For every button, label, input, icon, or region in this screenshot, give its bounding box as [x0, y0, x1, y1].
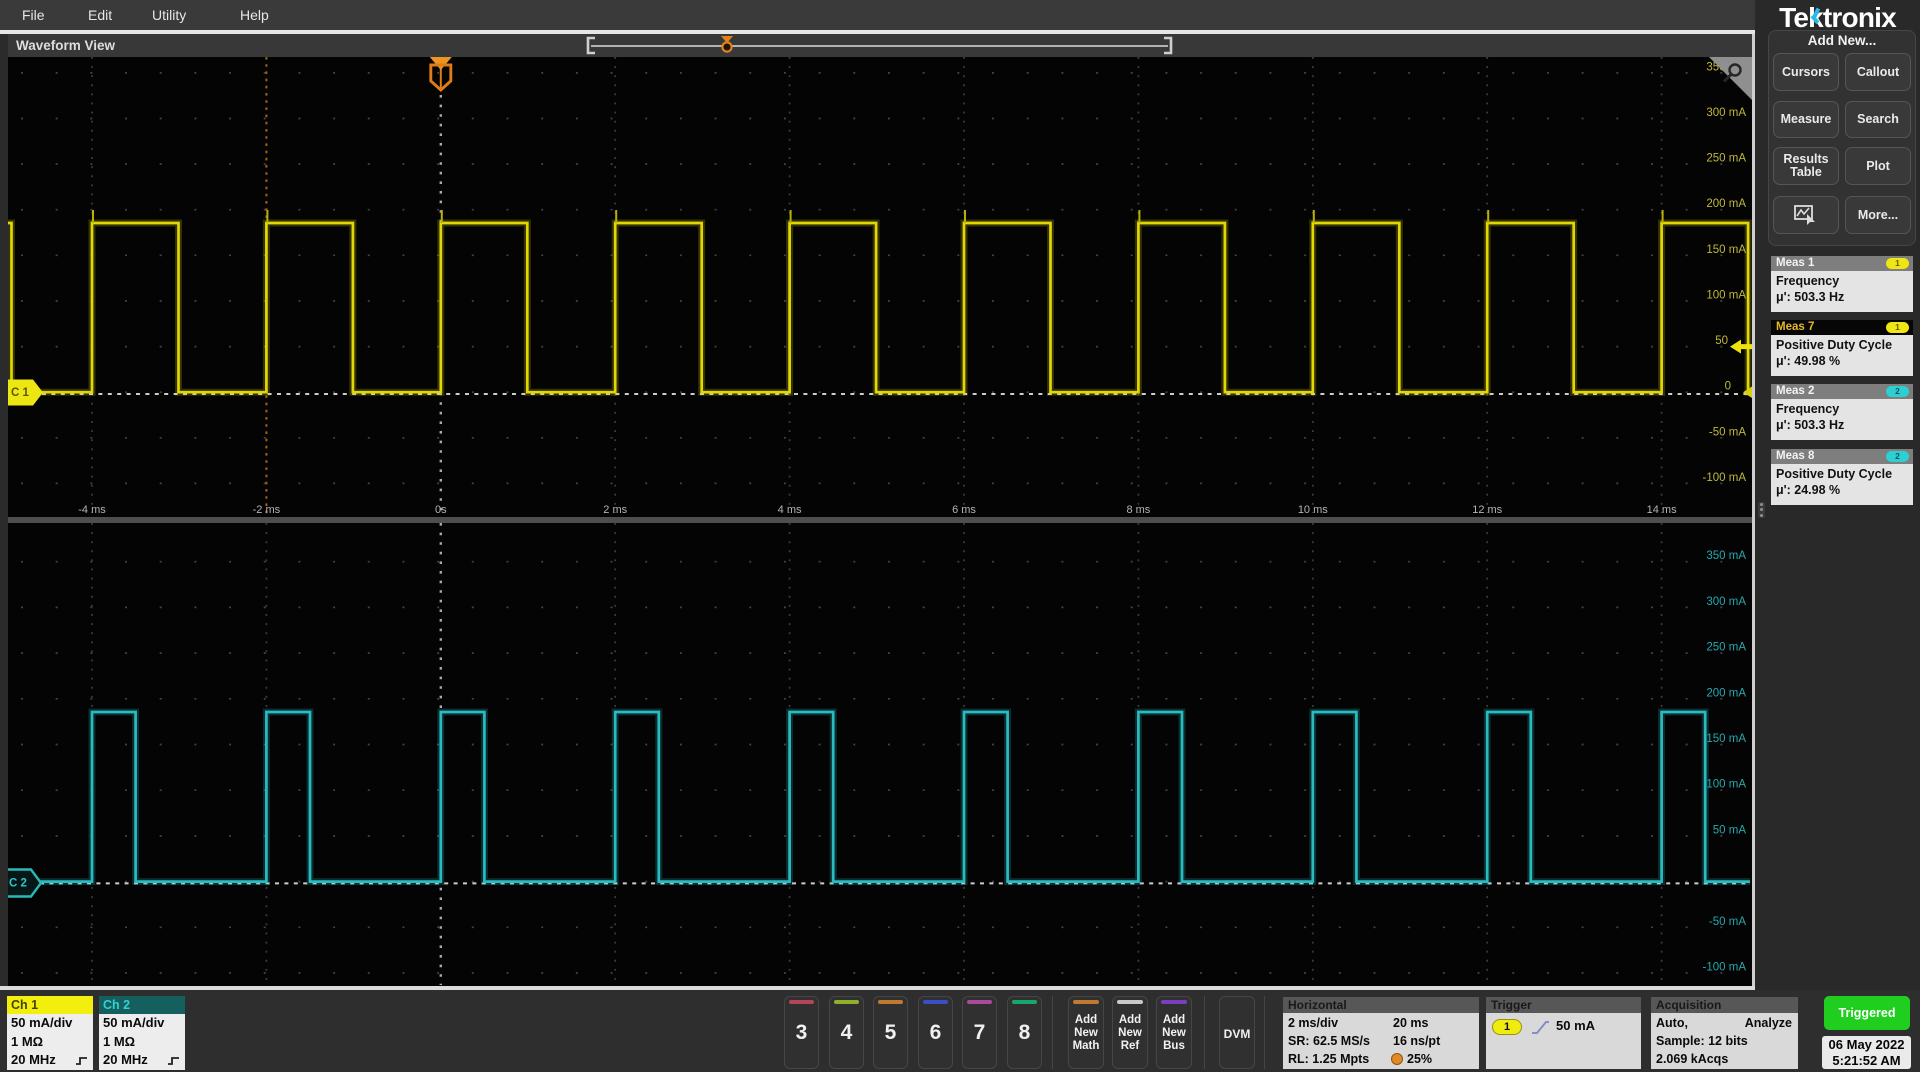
svg-text:250 mA: 250 mA [1706, 642, 1746, 654]
svg-text:6 ms: 6 ms [952, 504, 976, 516]
svg-text:150 mA: 150 mA [1706, 733, 1746, 745]
svg-text:50: 50 [1715, 335, 1728, 347]
svg-text:-100 mA: -100 mA [1703, 962, 1747, 974]
svg-text:100 mA: 100 mA [1706, 290, 1746, 302]
svg-text:14 ms: 14 ms [1647, 504, 1677, 516]
svg-text:0: 0 [1725, 381, 1731, 393]
svg-text:-50 mA: -50 mA [1709, 916, 1746, 928]
svg-text:4 ms: 4 ms [778, 504, 802, 516]
svg-text:100 mA: 100 mA [1706, 779, 1746, 791]
svg-text:50 mA: 50 mA [1713, 824, 1747, 836]
svg-text:-50 mA: -50 mA [1709, 426, 1746, 438]
svg-text:-100 mA: -100 mA [1703, 472, 1747, 484]
svg-text:-4 ms: -4 ms [78, 504, 106, 516]
svg-text:8 ms: 8 ms [1126, 504, 1150, 516]
svg-text:0s: 0s [435, 504, 447, 516]
svg-text:2 ms: 2 ms [603, 504, 627, 516]
svg-text:200 mA: 200 mA [1706, 198, 1746, 210]
svg-text:-2 ms: -2 ms [253, 504, 281, 516]
svg-text:300 mA: 300 mA [1706, 107, 1746, 119]
svg-text:10 ms: 10 ms [1298, 504, 1328, 516]
svg-text:200 mA: 200 mA [1706, 687, 1746, 699]
svg-text:C 1: C 1 [11, 387, 30, 399]
svg-text:12 ms: 12 ms [1472, 504, 1502, 516]
svg-text:150 mA: 150 mA [1706, 244, 1746, 256]
svg-text:350 mA: 350 mA [1706, 550, 1746, 562]
svg-text:300 mA: 300 mA [1706, 596, 1746, 608]
svg-text:250 mA: 250 mA [1706, 153, 1746, 165]
svg-text:C 2: C 2 [9, 878, 27, 890]
